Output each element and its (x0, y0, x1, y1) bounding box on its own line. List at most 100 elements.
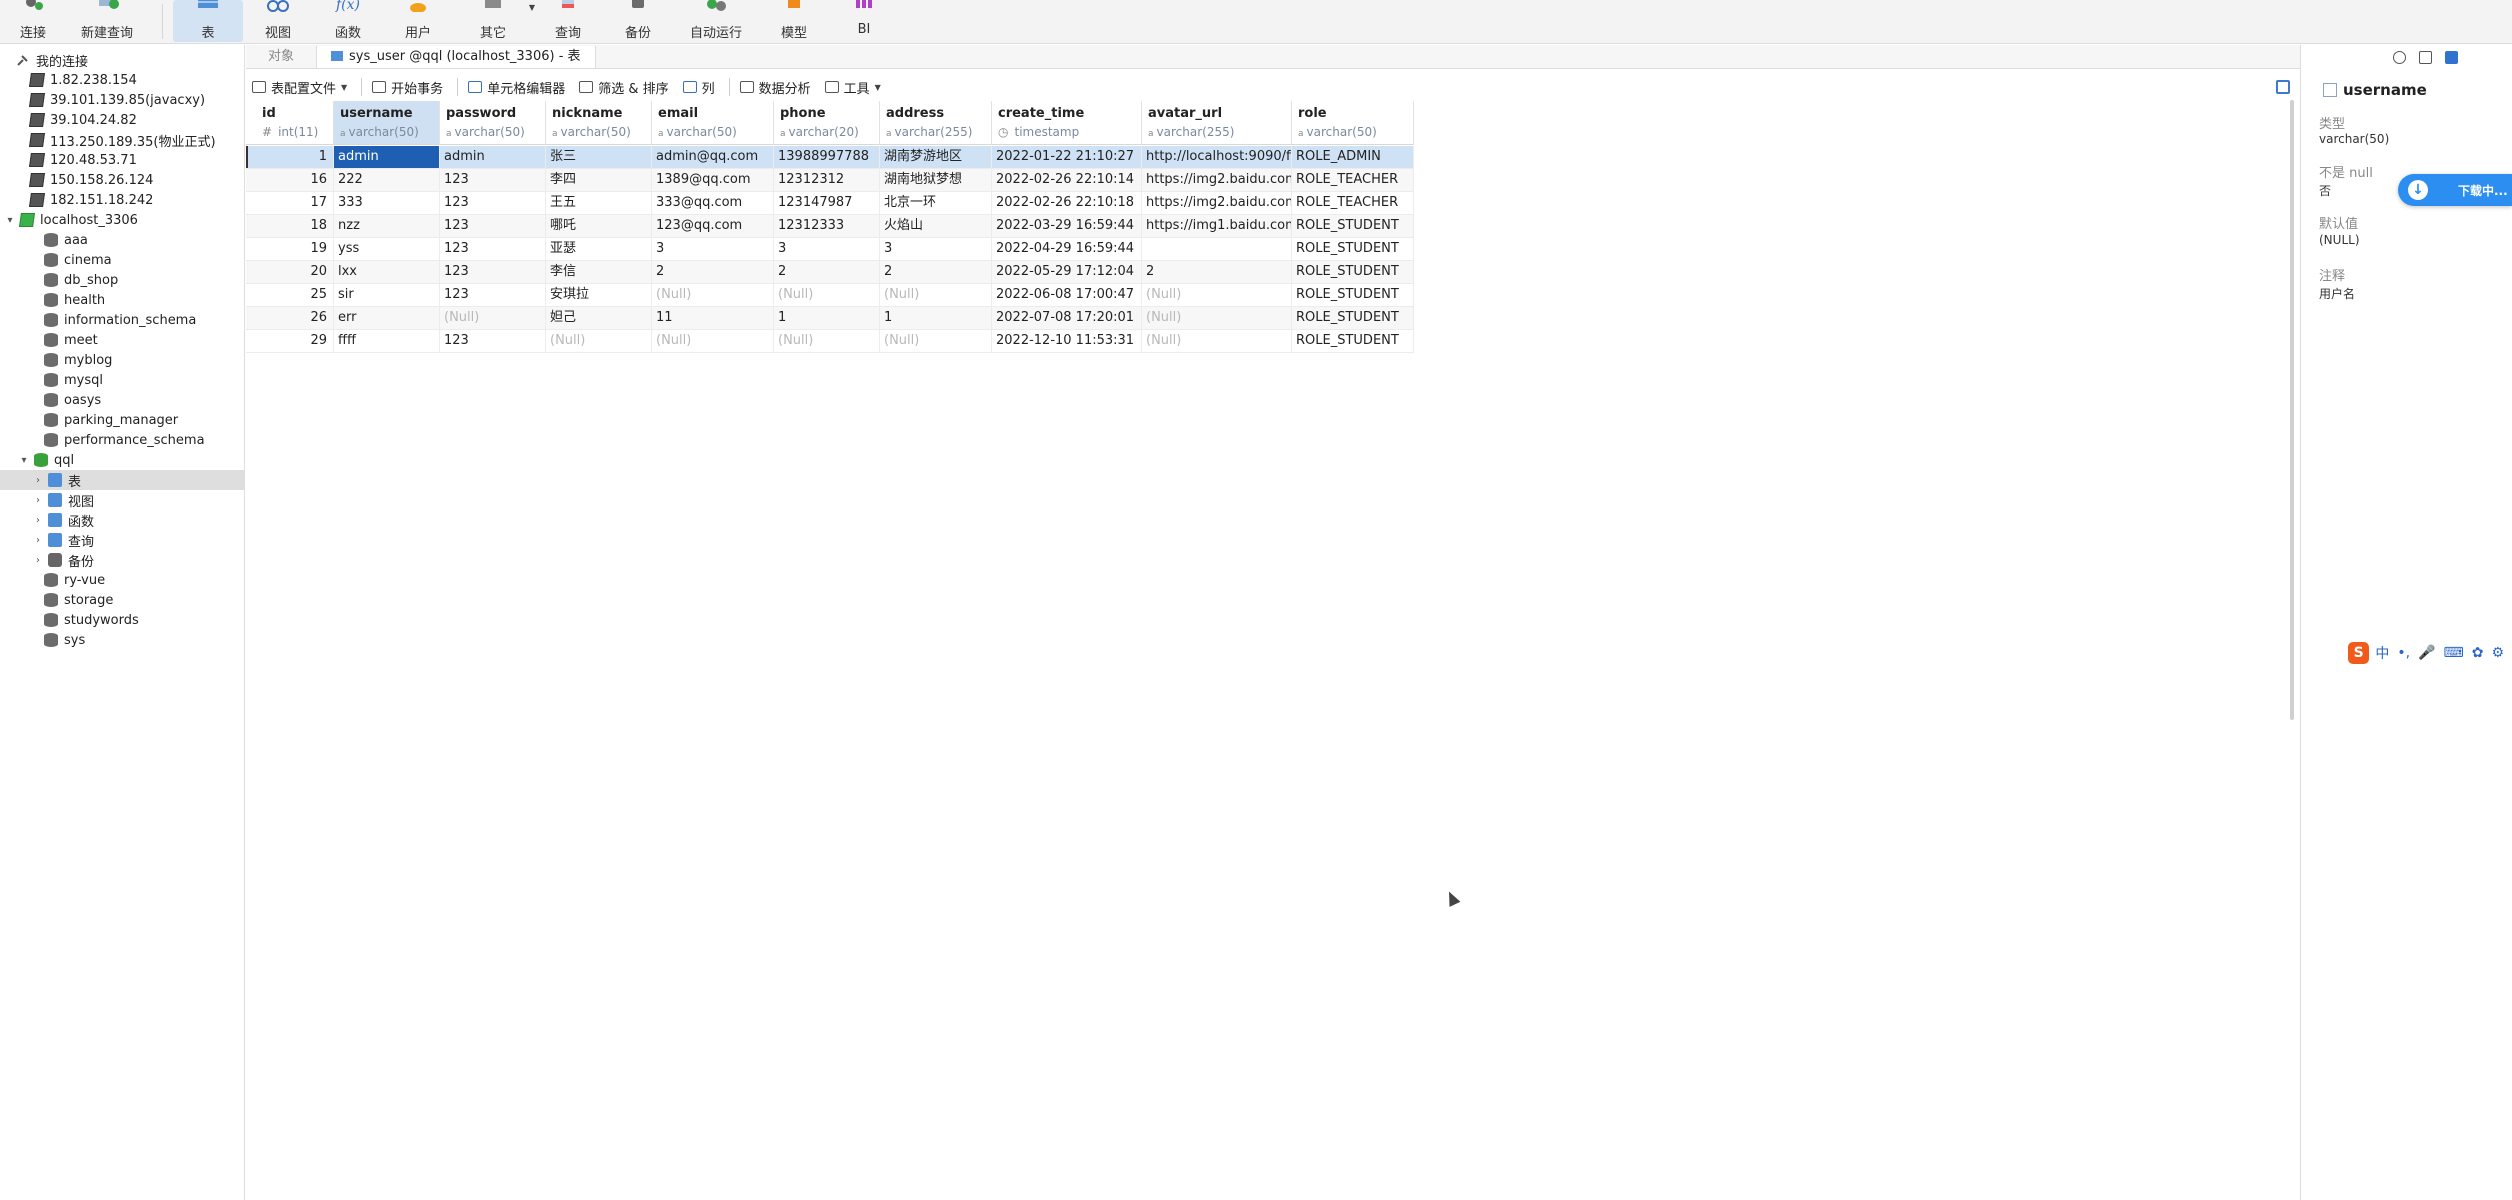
column-header-email[interactable]: email varchar(50) (652, 101, 774, 145)
cell-password[interactable]: admin (440, 146, 546, 168)
tree-database[interactable]: myblog (0, 350, 244, 370)
cell-role[interactable]: ROLE_STUDENT (1292, 284, 1414, 306)
cell-phone[interactable]: (Null) (774, 330, 880, 352)
cell-create-time[interactable]: 2022-01-22 21:10:27 (992, 146, 1142, 168)
cell-role[interactable]: ROLE_STUDENT (1292, 307, 1414, 329)
cell-create-time[interactable]: 2022-05-29 17:12:04 (992, 261, 1142, 283)
chevron-right-icon[interactable]: › (32, 475, 44, 486)
tree-node[interactable]: › 查询 (0, 530, 244, 550)
cell-email[interactable]: 11 (652, 307, 774, 329)
tree-database[interactable]: oasys (0, 390, 244, 410)
tree-database[interactable]: db_shop (0, 270, 244, 290)
tree-connection[interactable]: 39.104.24.82 (0, 110, 244, 130)
cell-nickname[interactable]: 妲己 (546, 307, 652, 329)
cell-avatar-url[interactable]: (Null) (1142, 284, 1292, 306)
connect-button[interactable]: 连接 (4, 0, 62, 42)
cell-email[interactable]: 3 (652, 238, 774, 260)
table-row[interactable]: 20 lxx 123 李信 2 2 2 2022-05-29 17:12:04 2 ROLE_ST… (246, 261, 1414, 284)
tree-root-my-connections[interactable]: 我的连接 (0, 50, 244, 70)
cell-email[interactable]: 2 (652, 261, 774, 283)
cell-create-time[interactable]: 2022-12-10 11:53:31 (992, 330, 1142, 352)
cell-address[interactable]: 湖南梦游地区 (880, 146, 992, 168)
cell-id[interactable]: 1 (246, 146, 334, 168)
cell-password[interactable]: 123 (440, 261, 546, 283)
tree-database[interactable]: health (0, 290, 244, 310)
cell-id[interactable]: 26 (246, 307, 334, 329)
user-button[interactable]: 用户 (383, 0, 453, 42)
table-row[interactable]: 19 yss 123 亚瑟 3 3 3 2022-04-29 16:59:44 ROLE_STU… (246, 238, 1414, 261)
cell-id[interactable]: 29 (246, 330, 334, 352)
view-button[interactable]: 视图 (243, 0, 313, 42)
cell-username[interactable]: err (334, 307, 440, 329)
chevron-right-icon[interactable]: › (32, 515, 44, 526)
microphone-icon[interactable]: 🎤 (2418, 645, 2435, 661)
keyboard-icon[interactable]: ⌨ (2443, 645, 2463, 661)
cell-password[interactable]: 123 (440, 192, 546, 214)
info-icon[interactable] (2393, 51, 2406, 64)
cell-id[interactable]: 19 (246, 238, 334, 260)
cell-create-time[interactable]: 2022-06-08 17:00:47 (992, 284, 1142, 306)
cell-phone[interactable]: 12312333 (774, 215, 880, 237)
fields-panel-icon[interactable] (2445, 51, 2458, 64)
cell-username[interactable]: 333 (334, 192, 440, 214)
cell-address[interactable]: 火焰山 (880, 215, 992, 237)
table-row[interactable]: 18 nzz 123 哪吒 123@qq.com 12312333 火焰山 2022-03-2… (246, 215, 1414, 238)
table-row[interactable]: 25 sir 123 安琪拉 (Null) (Null) (Null) 2022-06-08 … (246, 284, 1414, 307)
model-button[interactable]: 模型 (759, 0, 829, 42)
cell-id[interactable]: 25 (246, 284, 334, 306)
tree-database[interactable]: storage (0, 590, 244, 610)
cell-role[interactable]: ROLE_TEACHER (1292, 192, 1414, 214)
new-query-button[interactable]: 新建查询 (62, 0, 152, 42)
cell-id[interactable]: 20 (246, 261, 334, 283)
cell-nickname[interactable]: (Null) (546, 330, 652, 352)
filter-sort-button[interactable]: 筛选 & 排序 (579, 76, 669, 98)
cell-phone[interactable]: 1 (774, 307, 880, 329)
cell-phone[interactable]: 12312312 (774, 169, 880, 191)
settings-icon[interactable]: ⚙ (2491, 645, 2504, 661)
cell-id[interactable]: 16 (246, 169, 334, 191)
cell-role[interactable]: ROLE_STUDENT (1292, 215, 1414, 237)
tree-database[interactable]: ry-vue (0, 570, 244, 590)
tree-node[interactable]: › 视图 (0, 490, 244, 510)
cell-nickname[interactable]: 李信 (546, 261, 652, 283)
config-file-button[interactable]: 表配置文件 ▼ (252, 76, 347, 98)
column-header-avatar-url[interactable]: avatar_url varchar(255) (1142, 101, 1292, 145)
cell-address[interactable]: (Null) (880, 284, 992, 306)
cell-id[interactable]: 17 (246, 192, 334, 214)
cell-address[interactable]: 3 (880, 238, 992, 260)
cell-password[interactable]: 123 (440, 330, 546, 352)
tree-connection[interactable]: 120.48.53.71 (0, 150, 244, 170)
cell-username[interactable]: admin (334, 146, 440, 168)
cell-id[interactable]: 18 (246, 215, 334, 237)
cell-create-time[interactable]: 2022-02-26 22:10:18 (992, 192, 1142, 214)
ime-punctuation-toggle[interactable]: •, (2397, 645, 2410, 661)
cell-role[interactable]: ROLE_STUDENT (1292, 238, 1414, 260)
cell-address[interactable]: (Null) (880, 330, 992, 352)
cell-avatar-url[interactable]: https://img2.baidu.com/ (1142, 192, 1292, 214)
cell-username[interactable]: lxx (334, 261, 440, 283)
function-button[interactable]: f(x) 函数 (313, 0, 383, 42)
cell-phone[interactable]: 123147987 (774, 192, 880, 214)
cell-password[interactable]: 123 (440, 284, 546, 306)
vertical-scrollbar[interactable] (2290, 100, 2294, 720)
tree-database[interactable]: sys (0, 630, 244, 650)
table-row[interactable]: 16 222 123 李四 1389@qq.com 12312312 湖南地狱梦想 2022-… (246, 169, 1414, 192)
cell-password[interactable]: 123 (440, 169, 546, 191)
cell-email[interactable]: 333@qq.com (652, 192, 774, 214)
cell-username[interactable]: sir (334, 284, 440, 306)
chevron-down-icon[interactable]: ▾ (4, 215, 16, 226)
other-button[interactable]: 其它 ▼ (453, 0, 535, 42)
cell-email[interactable]: 123@qq.com (652, 215, 774, 237)
cell-create-time[interactable]: 2022-07-08 17:20:01 (992, 307, 1142, 329)
cell-username[interactable]: ffff (334, 330, 440, 352)
auto-run-button[interactable]: 自动运行 (673, 0, 759, 42)
table-row[interactable]: 26 err (Null) 妲己 11 1 1 2022-07-08 17:20:01 (Nul… (246, 307, 1414, 330)
cell-create-time[interactable]: 2022-03-29 16:59:44 (992, 215, 1142, 237)
cell-role[interactable]: ROLE_ADMIN (1292, 146, 1414, 168)
tree-connection[interactable]: 1.82.238.154 (0, 70, 244, 90)
tree-connection[interactable]: 113.250.189.35(物业正式) (0, 130, 244, 150)
cell-nickname[interactable]: 李四 (546, 169, 652, 191)
tree-node[interactable]: › 函数 (0, 510, 244, 530)
ddl-icon[interactable] (2419, 51, 2432, 64)
cell-avatar-url[interactable]: http://localhost:9090/file (1142, 146, 1292, 168)
